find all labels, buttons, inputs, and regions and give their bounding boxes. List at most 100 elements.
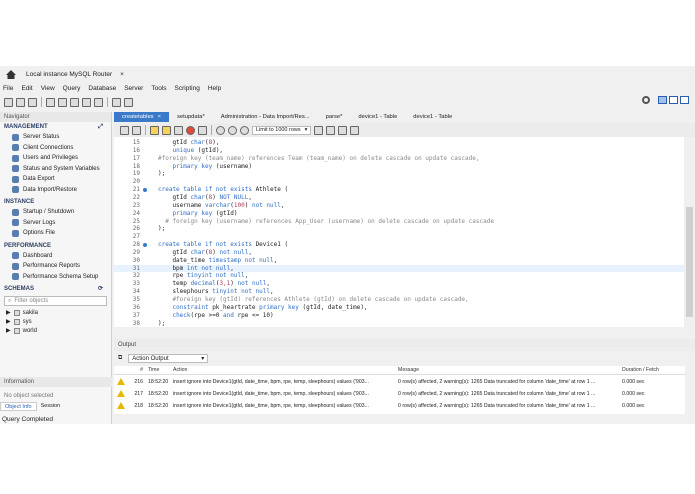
reconnect-icon[interactable] (124, 97, 133, 107)
editor-line[interactable]: 22 gtId char(8) NOT NULL, (114, 194, 694, 202)
editor-line[interactable]: 23 username varchar(100) not null, (114, 202, 694, 210)
nav-client-connections[interactable]: Client Connections (0, 143, 111, 154)
nav-performance-reports[interactable]: Performance Reports (0, 261, 111, 272)
nav-data-import[interactable]: Data Import/Restore (0, 185, 111, 196)
nav-data-export[interactable]: Data Export (0, 174, 111, 185)
editor-line[interactable]: 33 temp decimal(3,1) not null, (114, 280, 694, 288)
save-icon[interactable] (132, 125, 141, 135)
invisible-chars-icon[interactable] (338, 125, 348, 135)
editor-line[interactable]: 34 sleephours tinyint not null, (114, 288, 694, 296)
toggle-continue-icon[interactable] (198, 125, 207, 135)
stop-icon[interactable] (186, 125, 195, 135)
tab-setupdata[interactable]: setupdata* (169, 112, 213, 122)
create-table-icon[interactable] (58, 97, 67, 107)
menu-tools[interactable]: Tools (151, 85, 166, 92)
find-icon[interactable] (326, 125, 336, 135)
beautify-icon[interactable] (314, 125, 324, 135)
editor-line[interactable]: 25 # foreign key (username) references A… (114, 218, 694, 226)
menu-file[interactable]: File (3, 85, 13, 92)
editor-line[interactable]: 27 (114, 233, 694, 241)
sql-editor[interactable]: 15 gtId char(8), 16 unique (gtId), 17 #fore… (114, 137, 694, 327)
create-view-icon[interactable] (70, 97, 79, 107)
home-icon[interactable] (6, 69, 16, 79)
open-sql-script-icon[interactable] (16, 97, 25, 107)
menu-edit[interactable]: Edit (21, 85, 32, 92)
editor-line[interactable]: 18 primary key (username) (114, 163, 694, 171)
menu-server[interactable]: Server (124, 85, 143, 92)
editor-line[interactable]: 21 create table if not exists Athlete ( (114, 186, 694, 194)
scroll-thumb[interactable] (686, 207, 693, 317)
menu-query[interactable]: Query (63, 85, 81, 92)
expand-arrow-icon[interactable]: ▶ (6, 309, 11, 316)
editor-line[interactable]: 35 #foreign key (gtId) references Athlet… (114, 296, 694, 304)
table-row[interactable]: 218 18:52:20 insert ignore into Device1(… (114, 400, 685, 411)
nav-options-file[interactable]: Options File (0, 228, 111, 239)
create-function-icon[interactable] (94, 97, 103, 107)
editor-line[interactable]: 36 constraint pk_heartrate primary key (… (114, 304, 694, 312)
editor-vertical-scrollbar[interactable] (684, 137, 695, 327)
nav-users-privileges[interactable]: Users and Privileges (0, 153, 111, 164)
nav-dashboard[interactable]: Dashboard (0, 251, 111, 262)
expand-arrow-icon[interactable]: ▶ (6, 327, 11, 334)
create-schema-icon[interactable] (46, 97, 55, 107)
expand-icon[interactable]: ⤢ (98, 122, 103, 132)
menu-view[interactable]: View (41, 85, 55, 92)
schema-item[interactable]: ▶ sys (0, 317, 111, 326)
filter-objects-input[interactable]: ⌕ Filter objects (4, 296, 107, 306)
editor-line[interactable]: 29 gtId char(8) not null, (114, 249, 694, 257)
toggle-output-icon[interactable] (669, 96, 678, 104)
close-icon[interactable]: × (158, 114, 161, 120)
connection-tab[interactable]: Local instance MySQL Router × (26, 71, 124, 78)
output-type-select[interactable]: Action Output ▾ (128, 354, 209, 363)
tab-device1-table[interactable]: device1 - Table (350, 112, 405, 122)
editor-line[interactable]: 20 (114, 178, 694, 186)
editor-line[interactable]: 28 create table if not exists Device1 ( (114, 241, 694, 249)
editor-line[interactable]: 31 bpm int not null, (114, 264, 694, 273)
limit-rows-select[interactable]: Limit to 1000 rows ▾ (252, 125, 312, 135)
new-sql-tab-icon[interactable] (4, 97, 13, 107)
editor-line[interactable]: 16 unique (gtId), (114, 147, 694, 155)
editor-line[interactable]: 17 #foreign key (team_name) references Te… (114, 155, 694, 163)
schema-item[interactable]: ▶ sakila (0, 308, 111, 317)
close-icon[interactable]: × (120, 71, 124, 78)
nav-server-status[interactable]: Server Status (0, 132, 111, 143)
menu-help[interactable]: Help (208, 85, 221, 92)
editor-line[interactable]: 24 primary key (gtId) (114, 210, 694, 218)
toggle-secondary-sidebar-icon[interactable] (680, 96, 689, 104)
commit-icon[interactable] (216, 125, 225, 135)
open-inspector-icon[interactable] (28, 97, 37, 107)
nav-startup-shutdown[interactable]: Startup / Shutdown (0, 207, 111, 218)
editor-line[interactable]: 37 check(rpe >=0 and rpe <= 10) (114, 312, 694, 320)
toggle-sidebar-icon[interactable] (658, 96, 667, 104)
editor-line[interactable]: 32 rpe tinyint not null, (114, 272, 694, 280)
autocommit-icon[interactable] (240, 125, 249, 135)
gear-icon[interactable] (642, 96, 650, 104)
table-row[interactable]: 216 18:52:20 insert ignore into Device1(… (114, 376, 685, 387)
nav-server-logs[interactable]: Server Logs (0, 218, 111, 229)
create-procedure-icon[interactable] (82, 97, 91, 107)
refresh-icon[interactable]: ⟳ (98, 284, 103, 294)
editor-line[interactable]: 15 gtId char(8), (114, 139, 694, 147)
tab-administration[interactable]: Administration - Data Import/Res... (213, 112, 318, 122)
expand-arrow-icon[interactable]: ▶ (6, 318, 11, 325)
menu-scripting[interactable]: Scripting (175, 85, 200, 92)
tab-parse[interactable]: parse* (318, 112, 351, 122)
nav-status-variables[interactable]: Status and System Variables (0, 164, 111, 175)
editor-horizontal-scrollbar[interactable] (114, 327, 695, 336)
nav-performance-schema[interactable]: Performance Schema Setup (0, 272, 111, 283)
tab-session[interactable]: Session (37, 402, 65, 411)
tab-object-info[interactable]: Object Info (0, 402, 37, 411)
copy-icon[interactable]: ⧉ (118, 355, 122, 362)
tab-createtables[interactable]: createtables × (114, 112, 169, 122)
execute-current-icon[interactable] (162, 125, 171, 135)
table-row[interactable]: 217 18:52:20 insert ignore into Device1(… (114, 388, 685, 399)
editor-line[interactable]: 30 date_time timestamp not null, (114, 257, 694, 265)
execute-icon[interactable] (150, 125, 159, 135)
menu-database[interactable]: Database (88, 85, 116, 92)
wrap-lines-icon[interactable] (350, 125, 360, 135)
schema-item[interactable]: ▶ world (0, 326, 111, 335)
explain-icon[interactable] (174, 125, 183, 135)
tab-device1-table[interactable]: device1 - Table (405, 112, 460, 122)
editor-line[interactable]: 19); (114, 170, 694, 178)
editor-line[interactable]: 26); (114, 225, 694, 233)
